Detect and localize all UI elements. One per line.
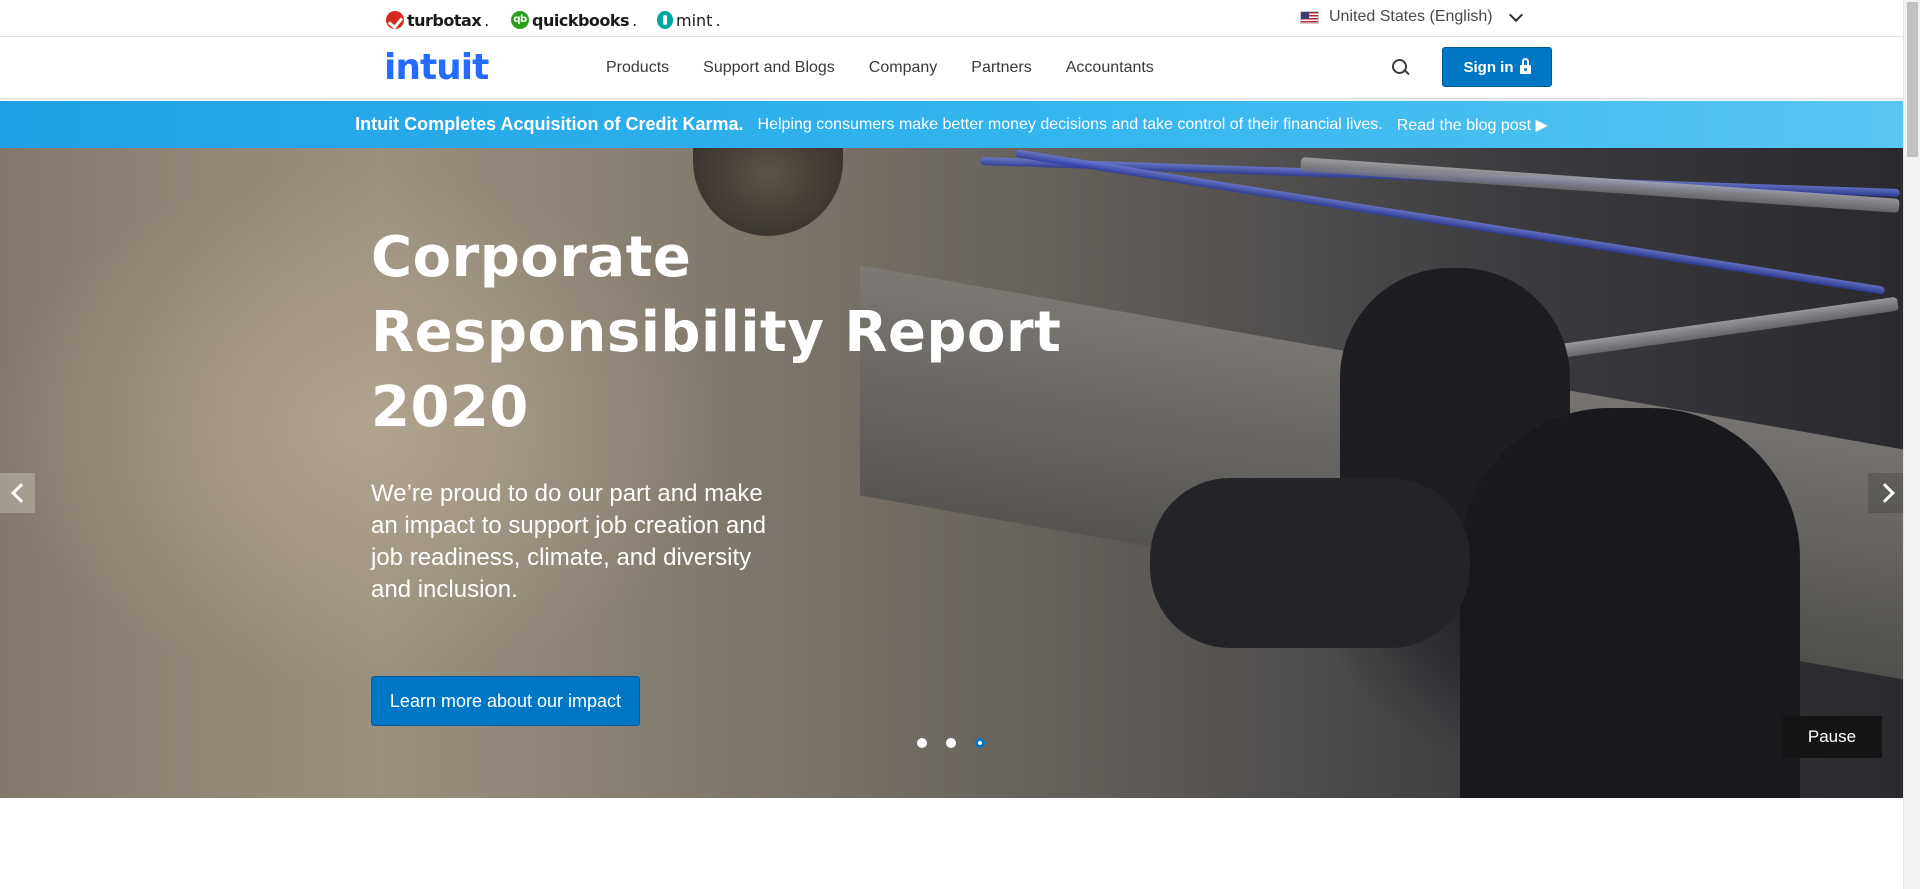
quickbooks-label: quickbooks [532,10,630,30]
locale-selector[interactable]: United States (English) [1300,7,1523,26]
carousel-dot-2[interactable] [946,738,956,748]
announcement-link[interactable]: Read the blog post ▶ [1397,115,1548,135]
turbotax-icon [386,11,404,29]
announcement-body: Helping consumers make better money deci… [757,115,1383,133]
sign-in-label: Sign in [1463,58,1514,76]
page-scrollbar[interactable] [1903,0,1920,889]
announcement-headline: Intuit Completes Acquisition of Credit K… [355,114,744,134]
search-icon[interactable] [1392,59,1410,77]
hero-subtitle: We’re proud to do our part and make an i… [371,480,766,603]
hero-carousel: Corporate Responsibility Report 2020 We’… [0,148,1903,798]
lock-icon [1519,58,1531,74]
learn-more-button[interactable]: Learn more about our impact [371,676,640,726]
us-flag-icon [1300,10,1319,24]
mint-label: mint [676,10,713,30]
mint-link[interactable]: mint. [657,9,721,31]
main-nav: intuit Products Support and Blogs Compan… [0,37,1903,99]
nav-menu: Products Support and Blogs Company Partn… [606,37,1154,99]
carousel-dot-1[interactable] [917,738,927,748]
chevron-down-icon [1508,7,1523,22]
sign-in-button[interactable]: Sign in [1442,47,1552,87]
nav-item-partners[interactable]: Partners [971,59,1031,77]
mint-icon [657,11,673,29]
carousel-dots [917,738,985,748]
nav-item-products[interactable]: Products [606,59,669,77]
turbotax-link[interactable]: turbotax. [386,9,489,31]
locale-label: United States (English) [1329,8,1493,25]
turbotax-label: turbotax [407,10,482,30]
chevron-right-icon[interactable] [1868,473,1903,513]
nav-item-company[interactable]: Company [869,59,937,77]
nav-item-accountants[interactable]: Accountants [1066,59,1154,77]
nav-item-support-and-blogs[interactable]: Support and Blogs [703,59,835,77]
chevron-left-icon[interactable] [0,473,35,513]
carousel-dot-3[interactable] [975,738,985,748]
quickbooks-link[interactable]: qb quickbooks. [511,9,637,31]
brand-bar: turbotax. qb quickbooks. mint. United St… [0,0,1903,37]
intuit-logo[interactable]: intuit [384,47,489,88]
pause-button[interactable]: Pause [1782,716,1882,758]
hero-title: Corporate Responsibility Report 2020 [371,225,1062,440]
announcement-bar: Intuit Completes Acquisition of Credit K… [0,101,1903,148]
quickbooks-icon: qb [511,11,529,29]
scrollbar-thumb[interactable] [1907,2,1918,157]
